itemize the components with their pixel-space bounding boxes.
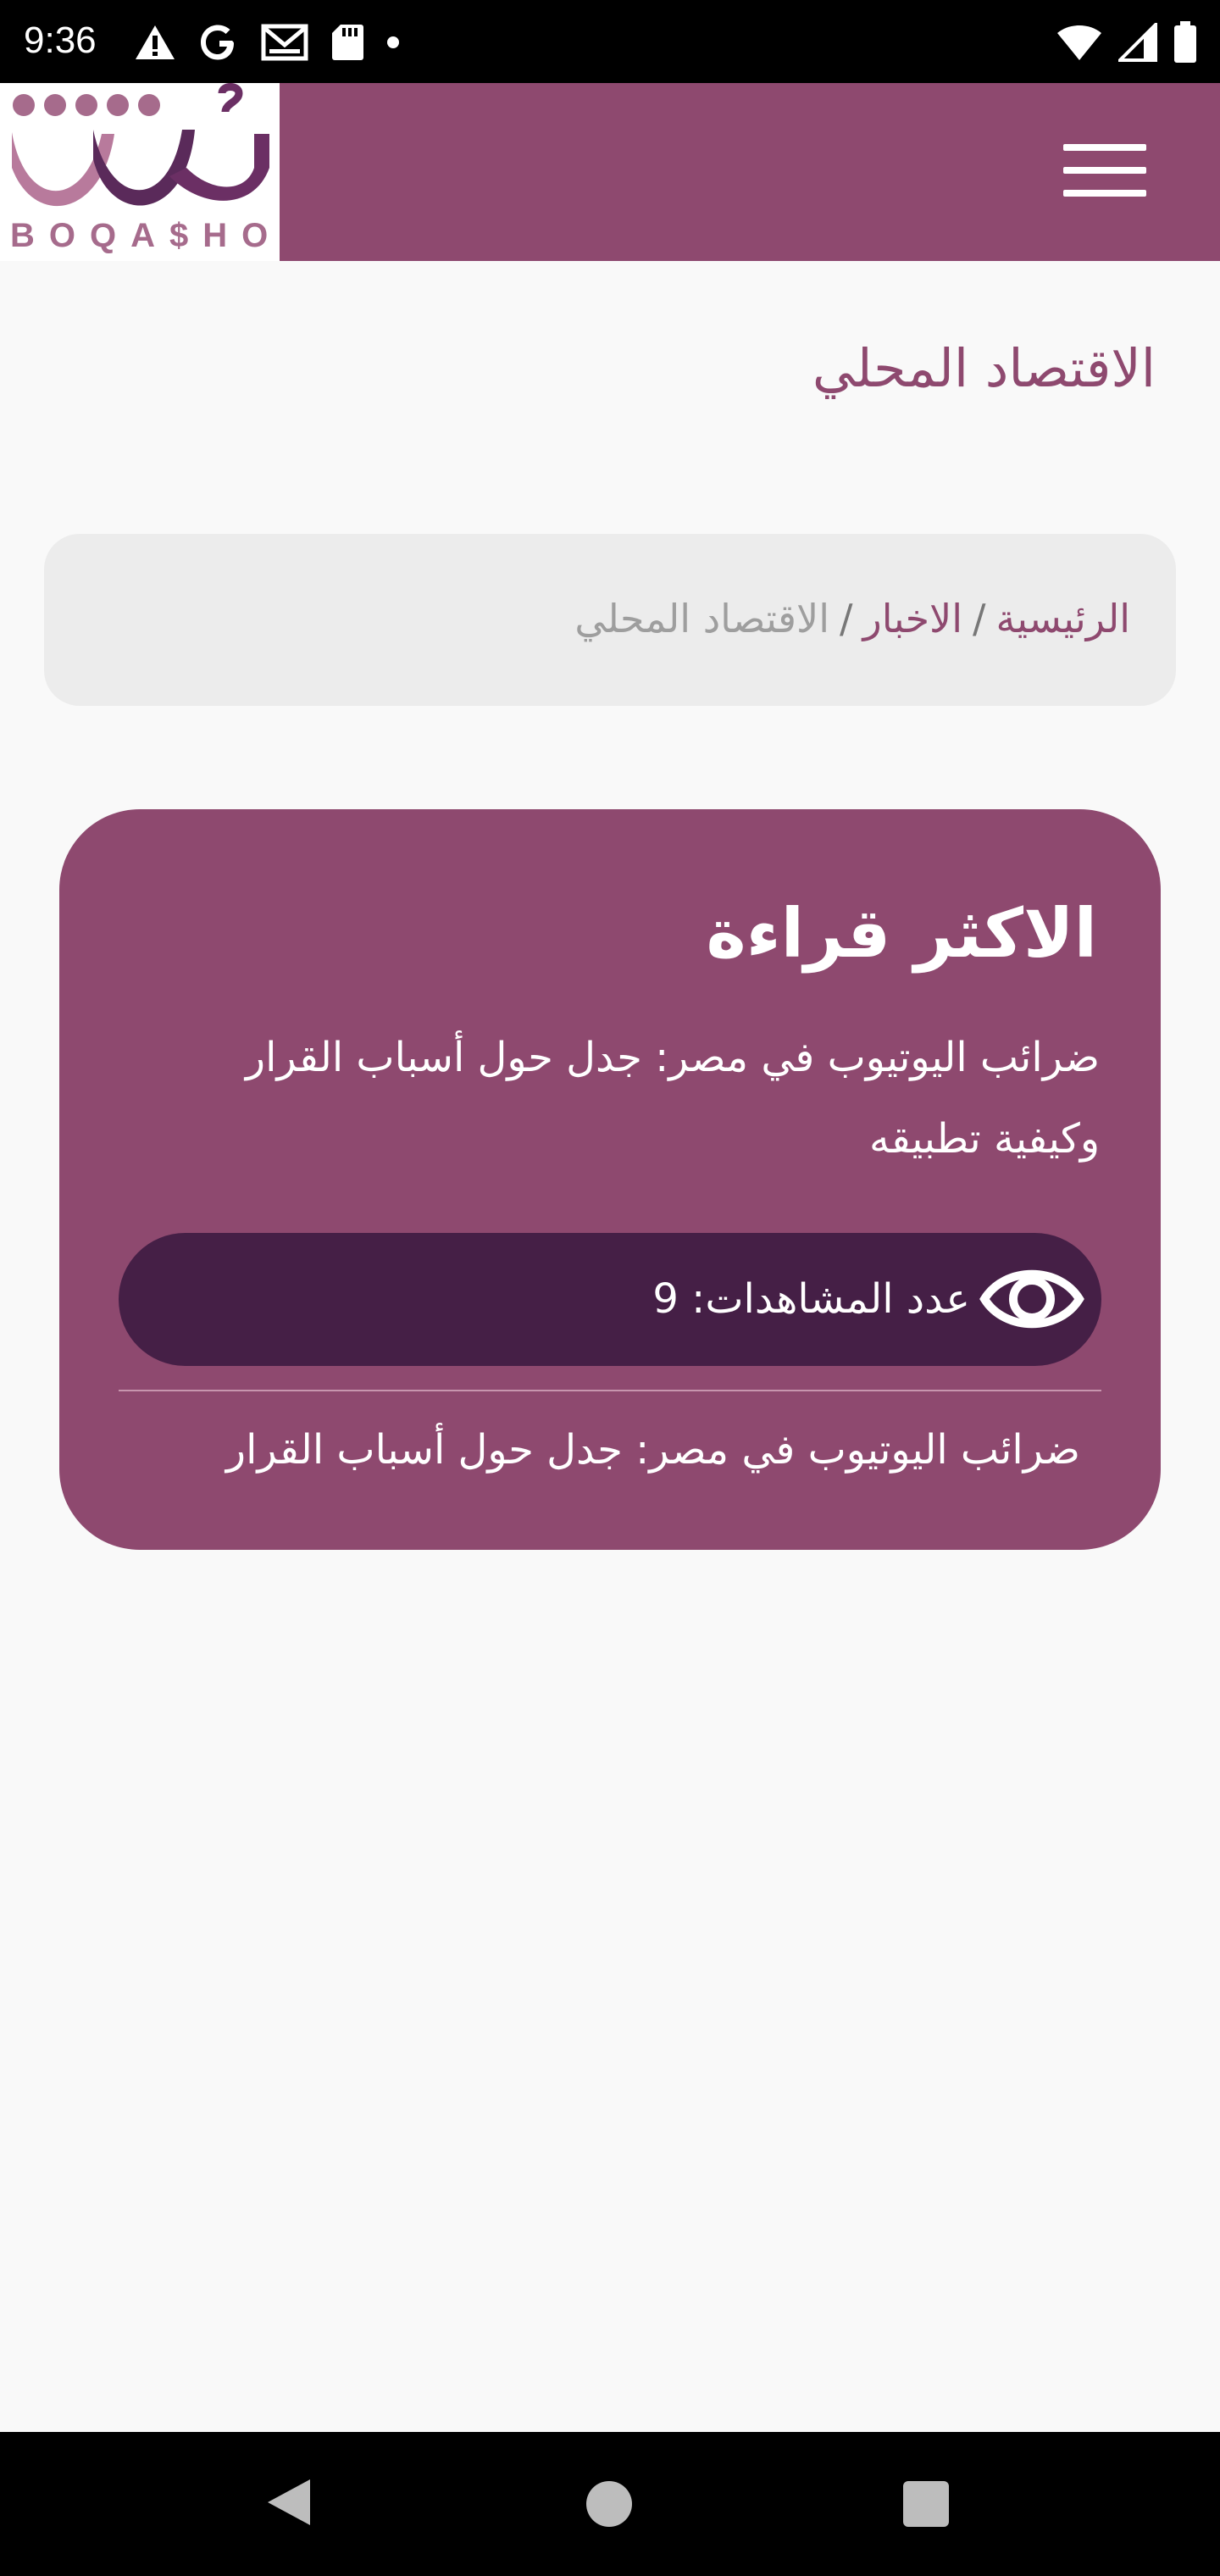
views-count: 9 <box>652 1275 679 1323</box>
gmail-icon <box>261 24 308 61</box>
breadcrumb-separator: / <box>973 596 986 641</box>
breadcrumb: الرئيسية/الاخبار/الاقتصاد المحلي <box>44 534 1176 706</box>
logo-text: BOQA$HO <box>10 217 280 254</box>
breadcrumb-current: الاقتصاد المحلي <box>574 596 829 641</box>
breadcrumb-news[interactable]: الاخبار <box>862 596 962 641</box>
breadcrumb-items: الرئيسية/الاخبار/الاقتصاد المحلي <box>574 593 1130 644</box>
status-time: 9:36 <box>24 19 97 61</box>
system-icons <box>1056 19 1198 66</box>
logo-graphic <box>12 83 269 207</box>
breadcrumb-home[interactable]: الرئيسية <box>996 596 1130 641</box>
most-read-heading: الاكثر قراءة <box>706 894 1097 973</box>
views-label: عدد المشاهدات: 9 <box>652 1272 970 1326</box>
eye-icon <box>979 1269 1084 1329</box>
most-read-article-title-2[interactable]: ضرائب اليوتيوب في مصر: جدل حول أسباب الق… <box>226 1423 1080 1477</box>
most-read-card: الاكثر قراءة ضرائب اليوتيوب في مصر: جدل … <box>59 809 1161 1550</box>
menu-line <box>1063 144 1146 151</box>
breadcrumb-separator: / <box>839 596 853 641</box>
menu-line <box>1063 167 1146 174</box>
hamburger-menu-button[interactable] <box>1063 136 1146 205</box>
divider <box>119 1390 1101 1391</box>
signal-icon <box>1118 23 1157 62</box>
views-label-text: عدد المشاهدات: <box>691 1275 970 1323</box>
menu-line <box>1063 190 1146 197</box>
sd-card-icon <box>332 25 363 60</box>
views-count-pill: عدد المشاهدات: 9 <box>119 1233 1101 1366</box>
back-icon[interactable] <box>264 2476 313 2529</box>
most-read-article-title[interactable]: ضرائب اليوتيوب في مصر: جدل حول أسباب الق… <box>168 1017 1100 1180</box>
dot-icon <box>387 36 399 48</box>
wifi-icon <box>1057 25 1101 60</box>
notification-icons <box>134 19 400 66</box>
battery-icon <box>1174 21 1196 63</box>
status-bar: 9:36 <box>0 0 1220 83</box>
google-icon <box>201 25 234 60</box>
system-nav-bar <box>0 2432 1220 2576</box>
app-header: BOQA$HO <box>0 83 1220 261</box>
page-title: الاقتصاد المحلي <box>812 337 1156 399</box>
warning-icon <box>136 25 175 59</box>
logo[interactable]: BOQA$HO <box>0 83 280 261</box>
recents-icon[interactable] <box>903 2481 949 2527</box>
home-icon[interactable] <box>586 2481 632 2527</box>
